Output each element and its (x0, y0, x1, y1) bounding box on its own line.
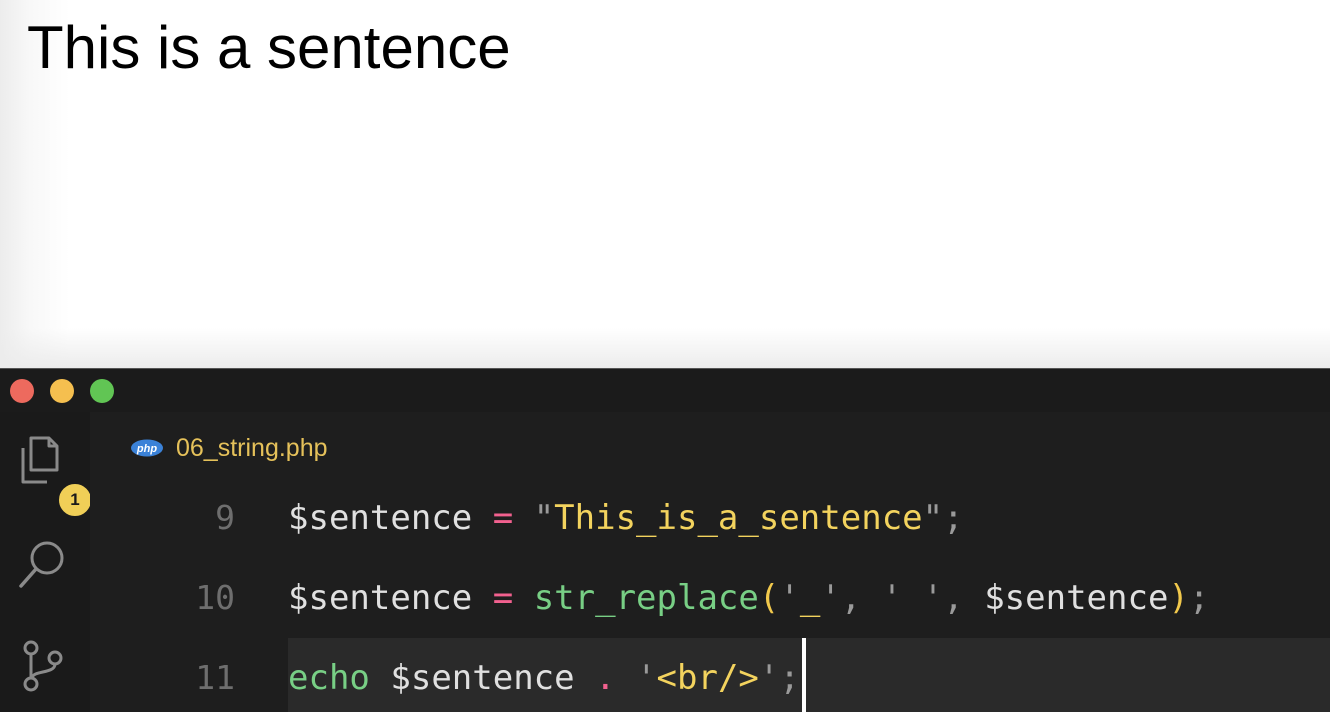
line-number: 11 (195, 658, 235, 697)
code-token: echo (288, 658, 370, 698)
code-token: " (533, 498, 555, 538)
window-titlebar (0, 369, 1330, 412)
window-close-button[interactable] (10, 379, 34, 403)
window-minimize-button[interactable] (50, 379, 74, 403)
editor-window: 1 php 06_string.php 9 $sentence = "This_… (0, 368, 1330, 712)
code-token: . (595, 658, 616, 698)
line-content[interactable]: echo $sentence . '<br/>'; (288, 638, 1330, 712)
code-token: = (492, 578, 514, 618)
editor-area[interactable]: php 06_string.php 9 $sentence = "This_is_… (90, 412, 1330, 712)
code-token: , (840, 578, 862, 618)
files-icon (21, 436, 59, 484)
code-token: $sentence (390, 658, 575, 698)
code-token: " (922, 498, 944, 538)
code-token: This_is_a_sentence (554, 498, 923, 538)
code-token: ' (820, 578, 841, 618)
explorer-badge: 1 (57, 482, 93, 518)
browser-output-pane: This is a sentence (0, 0, 1330, 368)
code-line[interactable]: 11 echo $sentence . '<br/>'; (90, 638, 1330, 712)
output-text: This is a sentence (27, 14, 511, 81)
source-control-icon (23, 640, 63, 692)
code-token: ) (1168, 578, 1189, 618)
search-icon (19, 541, 64, 588)
code-token: _ (799, 578, 821, 618)
code-token: ; (943, 498, 964, 538)
activity-explorer[interactable]: 1 (15, 432, 93, 518)
file-breadcrumb[interactable]: php 06_string.php (130, 430, 328, 466)
code-token: ; (779, 658, 800, 698)
code-token: = (492, 498, 514, 538)
code-token: ' (636, 658, 657, 698)
code-token: ( (758, 578, 780, 618)
code-token: ; (1188, 578, 1210, 618)
code-token: $sentence (984, 578, 1169, 618)
screen: This is a sentence 1 php 06_string.php 9… (0, 0, 1330, 712)
activity-search[interactable] (15, 536, 71, 592)
window-maximize-button[interactable] (90, 379, 114, 403)
code-token: <br/> (656, 658, 759, 698)
activity-source-control[interactable] (15, 638, 71, 694)
code-token: ' (779, 578, 800, 618)
code-token: $sentence (288, 578, 473, 618)
code-token: , (943, 578, 964, 618)
code-line[interactable]: 9 $sentence = "This_is_a_sentence"; (90, 478, 1330, 558)
line-number: 10 (195, 578, 235, 617)
code-line[interactable]: 10 $sentence = str_replace('_', ' ', $sen… (90, 558, 1330, 638)
code-token: ' (881, 578, 903, 618)
line-content[interactable]: $sentence = str_replace('_', ' ', $sente… (288, 558, 1330, 638)
code-token: str_replace (533, 578, 759, 618)
php-icon-text: php (136, 443, 157, 455)
activity-bar: 1 (0, 412, 93, 712)
file-name: 06_string.php (176, 433, 328, 462)
code-token: ' (922, 578, 944, 618)
php-file-icon: php (131, 439, 163, 457)
code-token: $sentence (288, 498, 473, 538)
line-content[interactable]: $sentence = "This_is_a_sentence"; (288, 478, 1330, 558)
code-token: ' (758, 658, 780, 698)
line-number: 9 (215, 498, 235, 537)
code-lines[interactable]: 9 $sentence = "This_is_a_sentence"; 10 $sen… (90, 478, 1330, 712)
text-cursor (801, 638, 806, 712)
